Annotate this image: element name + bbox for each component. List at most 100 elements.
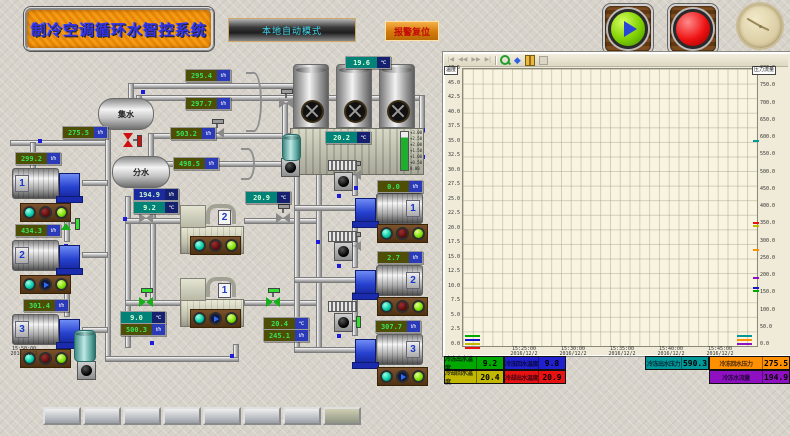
- readout-label: 冷冻回水压力: [710, 357, 763, 369]
- tower-level-gauge: +3.00+2.50+2.00+1.50+1.00+0.500.00: [400, 131, 422, 171]
- process-unit: t/h: [409, 252, 422, 263]
- alarm-reset-button[interactable]: 报警复位: [385, 21, 439, 41]
- alarm-reset-label: 报警复位: [394, 25, 430, 38]
- process-value-box: 20.2 ℃: [325, 131, 371, 144]
- cooling-tower-2[interactable]: [336, 64, 372, 128]
- process-value-box: 434.3 t/h: [15, 224, 61, 237]
- valve-gray[interactable]: [279, 98, 293, 108]
- axis-tick-label: 500.0: [760, 170, 788, 175]
- process-unit: ℃: [277, 192, 290, 203]
- cooling-water-pump-3[interactable]: 3: [355, 334, 423, 365]
- axis-tick-label: 350.0: [760, 221, 788, 226]
- nav-button[interactable]: [243, 407, 281, 425]
- process-value-box: 194.9 t/h: [133, 188, 179, 201]
- process-value: 500.3: [121, 324, 152, 335]
- nav-button[interactable]: [283, 407, 321, 425]
- distributor-tank[interactable]: 分水: [112, 156, 170, 188]
- nav-button[interactable]: [123, 407, 161, 425]
- page-back-button[interactable]: ◀◀: [458, 55, 467, 65]
- valve-gray[interactable]: [139, 213, 153, 223]
- nav-button[interactable]: [203, 407, 241, 425]
- axis-tick-label: 50.0: [760, 325, 788, 330]
- pipe: [282, 103, 288, 137]
- fan-icon: [301, 100, 324, 123]
- legend-left-axis: [465, 335, 480, 349]
- bottom-navigation: [43, 407, 361, 425]
- valve-gray[interactable]: [276, 213, 290, 223]
- goto-end-button[interactable]: ▶|: [485, 55, 491, 65]
- cooling-tower-1[interactable]: [293, 64, 329, 128]
- level-scale-tick: 0.00: [410, 167, 422, 171]
- process-value-box: 0.0 t/h: [377, 180, 423, 193]
- pump-number: 2: [406, 272, 420, 289]
- status-lights[interactable]: [190, 236, 241, 255]
- status-lights[interactable]: [20, 203, 71, 222]
- nav-button[interactable]: [43, 407, 81, 425]
- process-value-box: 297.7 t/h: [185, 97, 231, 110]
- process-value-box: 275.5 t/h: [62, 126, 108, 139]
- readout-label: 冷却出水温度: [505, 371, 539, 383]
- readout: 冷冻水流量 194.9: [709, 370, 790, 384]
- pipe-crossover-arc: [246, 72, 262, 132]
- select-area-icon[interactable]: [539, 56, 548, 65]
- valve-red[interactable]: [123, 133, 133, 147]
- axis-tick-label: 42.5: [440, 95, 460, 100]
- chilled-water-pump-2[interactable]: 2: [12, 240, 80, 271]
- process-value: 297.7: [186, 98, 217, 109]
- status-lights[interactable]: [377, 224, 428, 243]
- process-value: 0.0: [378, 181, 409, 192]
- mode-display[interactable]: 本地自动模式: [228, 18, 356, 42]
- indicator-lamp-cyan: [380, 300, 393, 313]
- start-button[interactable]: [603, 4, 653, 54]
- axis-tick-label: 27.5: [440, 182, 460, 187]
- axis-tick-label: 30.0: [440, 168, 460, 173]
- process-value: 307.7: [376, 321, 407, 332]
- time-tick: 15:50:00 2016/12/2: [0, 347, 48, 357]
- process-unit: ℃: [152, 312, 165, 323]
- readout: 冷却出水温度 20.9: [504, 370, 566, 384]
- system-title-plate: 制冷空调循环水智控系统: [24, 7, 214, 51]
- axis-tick-label: 550.0: [760, 152, 788, 157]
- valve-green[interactable]: [139, 297, 153, 307]
- level-scale-tick: +1.50: [410, 149, 422, 153]
- process-value: 301.4: [24, 300, 55, 311]
- indicator-lamp-green: [412, 227, 425, 240]
- bookmark-icon[interactable]: [525, 55, 535, 66]
- status-lights[interactable]: [20, 275, 71, 294]
- cooling-tower-3[interactable]: [379, 64, 415, 128]
- chilled-water-pump-1[interactable]: 1: [12, 168, 80, 199]
- status-lights[interactable]: [377, 297, 428, 316]
- stop-button[interactable]: [668, 4, 718, 54]
- indicator-lamp-cyan: [380, 227, 393, 240]
- sensor-indicator: [334, 313, 353, 332]
- status-lights[interactable]: [377, 367, 428, 386]
- trend-plot-area[interactable]: [462, 68, 758, 347]
- axis-tick-label: 150.0: [760, 290, 788, 295]
- nav-button[interactable]: [163, 407, 201, 425]
- process-value: 295.4: [186, 70, 217, 81]
- left-axis-title: 温度: [444, 66, 458, 75]
- chilled-water-pump-3[interactable]: 3: [12, 314, 80, 345]
- pipe: [294, 347, 360, 353]
- axis-tick-label: 25.0: [440, 197, 460, 202]
- status-lights[interactable]: [190, 309, 241, 328]
- readout-value: 9.2: [477, 357, 503, 369]
- process-unit: t/h: [55, 300, 68, 311]
- zoom-icon[interactable]: [500, 55, 510, 65]
- nav-button[interactable]: [323, 407, 361, 425]
- goto-start-button[interactable]: |◀: [448, 55, 454, 65]
- pipe: [105, 128, 111, 360]
- collector-tank-label: 集水: [118, 109, 134, 120]
- axis-tick-label: 5.0: [440, 313, 460, 318]
- cooling-water-pump-1[interactable]: 1: [355, 193, 423, 224]
- cooling-water-pump-2[interactable]: 2: [355, 265, 423, 296]
- level-scale-tick: +2.50: [410, 137, 422, 141]
- page-forward-button[interactable]: ▶▶: [471, 55, 480, 65]
- pipe: [105, 356, 239, 362]
- pump-number: 3: [406, 341, 420, 358]
- axis-tick-label: 37.5: [440, 124, 460, 129]
- process-value: 19.6: [346, 57, 377, 68]
- nav-button[interactable]: [83, 407, 121, 425]
- pan-icon[interactable]: ◆: [514, 56, 521, 65]
- valve-green[interactable]: [266, 297, 280, 307]
